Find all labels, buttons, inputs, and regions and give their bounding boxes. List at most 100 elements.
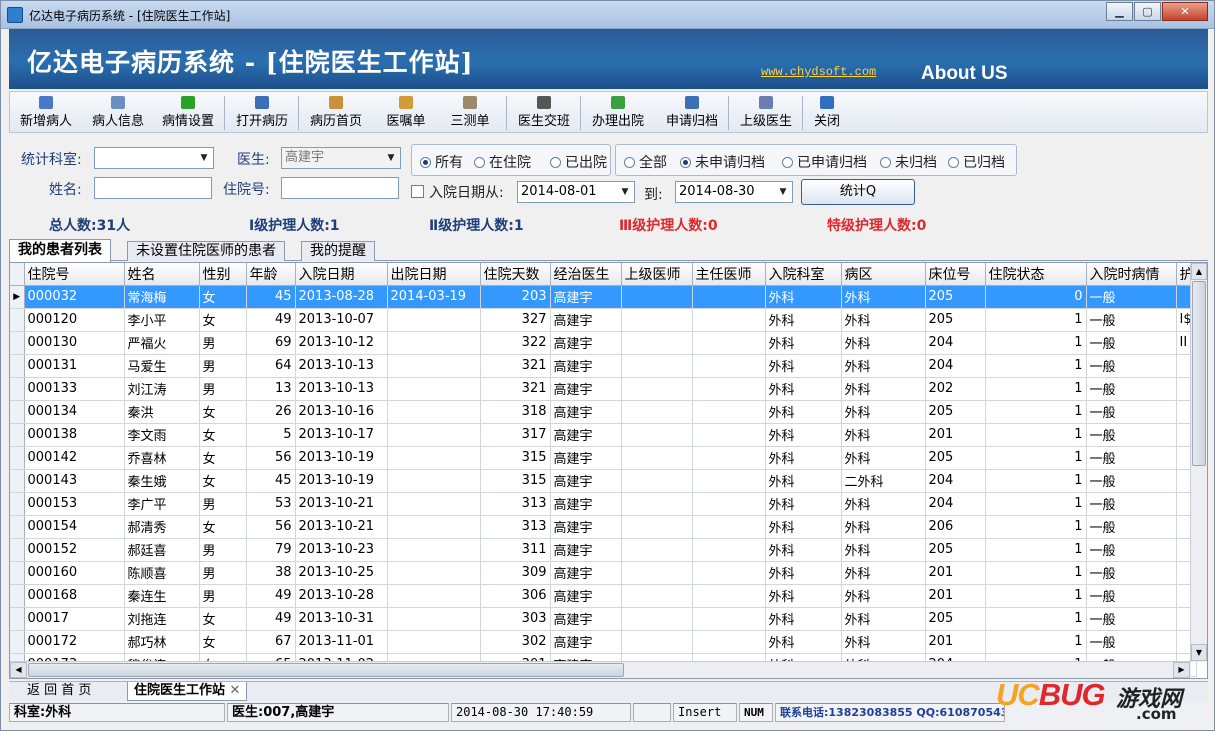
table-cell[interactable]: 外科 bbox=[841, 561, 926, 585]
table-cell[interactable]: 高建宇 bbox=[550, 561, 622, 585]
table-cell[interactable]: 男 bbox=[199, 331, 247, 355]
table-cell[interactable]: 302 bbox=[480, 630, 551, 654]
table-row[interactable]: 000154 郝清秀女 56 2013-10-21 313 高建宇 外科 外科 206 1 一般 bbox=[10, 515, 1197, 539]
table-cell[interactable] bbox=[387, 607, 481, 631]
table-cell[interactable] bbox=[387, 538, 481, 562]
table-cell[interactable]: 315 bbox=[480, 446, 551, 470]
table-cell[interactable]: 高建宇 bbox=[550, 308, 622, 332]
toolbar-button-8[interactable]: 办理出院 bbox=[585, 94, 651, 132]
table-cell[interactable]: 1 bbox=[985, 331, 1087, 355]
table-cell[interactable]: 一般 bbox=[1086, 584, 1177, 608]
table-cell[interactable]: 2013-10-23 bbox=[295, 538, 388, 562]
table-cell[interactable]: 一般 bbox=[1086, 423, 1177, 447]
table-cell[interactable]: 女 bbox=[199, 423, 247, 447]
table-row[interactable]: 000133 刘江涛男 13 2013-10-13 321 高建宇 外科 外科 202 1 一般 bbox=[10, 377, 1197, 401]
scroll-right-icon[interactable]: ▶ bbox=[1173, 662, 1190, 678]
table-cell[interactable]: 外科 bbox=[765, 354, 842, 378]
column-header[interactable]: 入院日期 bbox=[295, 263, 388, 286]
table-cell[interactable]: 303 bbox=[480, 607, 551, 631]
table-cell[interactable] bbox=[692, 354, 766, 378]
table-cell[interactable]: 2013-10-25 bbox=[295, 561, 388, 585]
table-cell[interactable] bbox=[387, 515, 481, 539]
table-cell[interactable]: 郝廷喜 bbox=[124, 538, 200, 562]
table-cell[interactable] bbox=[692, 331, 766, 355]
table-cell[interactable]: 000130 bbox=[24, 331, 125, 355]
table-cell[interactable] bbox=[387, 354, 481, 378]
table-cell[interactable]: 一般 bbox=[1086, 400, 1177, 424]
table-cell[interactable]: 67 bbox=[246, 630, 296, 654]
table-cell[interactable]: 000143 bbox=[24, 469, 125, 493]
table-cell[interactable]: 李小平 bbox=[124, 308, 200, 332]
table-cell[interactable]: 高建宇 bbox=[550, 538, 622, 562]
table-cell[interactable]: 女 bbox=[199, 285, 247, 309]
table-cell[interactable]: 高建宇 bbox=[550, 354, 622, 378]
table-cell[interactable] bbox=[692, 308, 766, 332]
table-cell[interactable]: 000131 bbox=[24, 354, 125, 378]
table-cell[interactable]: 1 bbox=[985, 492, 1087, 516]
table-cell[interactable] bbox=[692, 561, 766, 585]
toolbar-button-11[interactable]: 关闭 bbox=[807, 94, 847, 132]
table-cell[interactable]: 一般 bbox=[1086, 561, 1177, 585]
table-cell[interactable]: 56 bbox=[246, 446, 296, 470]
table-cell[interactable]: 1 bbox=[985, 630, 1087, 654]
scroll-left-icon[interactable]: ◀ bbox=[10, 662, 27, 678]
table-cell[interactable]: 女 bbox=[199, 515, 247, 539]
table-cell[interactable] bbox=[621, 561, 693, 585]
tab-home[interactable]: 返 回 首 页 bbox=[21, 682, 97, 701]
table-cell[interactable]: 201 bbox=[925, 630, 986, 654]
table-cell[interactable]: 外科 bbox=[841, 308, 926, 332]
table-cell[interactable] bbox=[387, 400, 481, 424]
table-cell[interactable] bbox=[387, 492, 481, 516]
table-row[interactable]: 000153 李广平男 53 2013-10-21 313 高建宇 外科 外科 204 1 一般 bbox=[10, 492, 1197, 516]
table-cell[interactable]: 一般 bbox=[1086, 308, 1177, 332]
table-cell[interactable]: 2013-10-12 bbox=[295, 331, 388, 355]
table-cell[interactable]: 49 bbox=[246, 308, 296, 332]
table-cell[interactable]: 205 bbox=[925, 308, 986, 332]
statistics-button[interactable]: 统计Q bbox=[801, 179, 915, 205]
table-cell[interactable]: 79 bbox=[246, 538, 296, 562]
table-cell[interactable]: 男 bbox=[199, 584, 247, 608]
table-cell[interactable]: 外科 bbox=[765, 492, 842, 516]
table-cell[interactable]: 刘拖连 bbox=[124, 607, 200, 631]
table-cell[interactable] bbox=[387, 446, 481, 470]
table-cell[interactable]: 外科 bbox=[841, 630, 926, 654]
table-row[interactable]: 000134 秦洪女 26 2013-10-16 318 高建宇 外科 外科 205 1 一般 bbox=[10, 400, 1197, 424]
table-cell[interactable] bbox=[692, 584, 766, 608]
table-cell[interactable]: 秦生娥 bbox=[124, 469, 200, 493]
table-cell[interactable] bbox=[621, 354, 693, 378]
table-cell[interactable] bbox=[621, 400, 693, 424]
table-cell[interactable] bbox=[621, 423, 693, 447]
table-cell[interactable]: 56 bbox=[246, 515, 296, 539]
toolbar-button-2[interactable]: 病情设置 bbox=[155, 94, 221, 132]
table-cell[interactable]: 外科 bbox=[841, 515, 926, 539]
table-cell[interactable]: 高建宇 bbox=[550, 446, 622, 470]
close-icon[interactable]: ✕ bbox=[1162, 2, 1208, 21]
table-cell[interactable]: 000172 bbox=[24, 630, 125, 654]
toolbar-button-0[interactable]: 新增病人 bbox=[15, 94, 77, 132]
table-cell[interactable]: 5 bbox=[246, 423, 296, 447]
table-cell[interactable]: 2013-10-16 bbox=[295, 400, 388, 424]
table-cell[interactable]: 205 bbox=[925, 446, 986, 470]
table-cell[interactable]: 外科 bbox=[765, 630, 842, 654]
table-cell[interactable]: 318 bbox=[480, 400, 551, 424]
table-cell[interactable]: 45 bbox=[246, 285, 296, 309]
table-cell[interactable]: 000138 bbox=[24, 423, 125, 447]
table-cell[interactable]: 高建宇 bbox=[550, 285, 622, 309]
table-cell[interactable]: 327 bbox=[480, 308, 551, 332]
table-cell[interactable]: 2013-10-21 bbox=[295, 515, 388, 539]
table-cell[interactable]: 313 bbox=[480, 492, 551, 516]
table-cell[interactable]: 女 bbox=[199, 469, 247, 493]
table-cell[interactable]: 秦洪 bbox=[124, 400, 200, 424]
table-cell[interactable]: 一般 bbox=[1086, 331, 1177, 355]
table-cell[interactable]: 一般 bbox=[1086, 446, 1177, 470]
tab-my-patients[interactable]: 我的患者列表 bbox=[9, 239, 111, 262]
table-cell[interactable]: 2014-03-19 bbox=[387, 285, 481, 309]
table-row[interactable]: 000152 郝廷喜男 79 2013-10-23 311 高建宇 外科 外科 205 1 一般 bbox=[10, 538, 1197, 562]
table-cell[interactable]: 外科 bbox=[765, 400, 842, 424]
table-cell[interactable] bbox=[621, 377, 693, 401]
table-cell[interactable]: 1 bbox=[985, 446, 1087, 470]
table-cell[interactable] bbox=[692, 400, 766, 424]
table-cell[interactable]: 外科 bbox=[841, 423, 926, 447]
table-cell[interactable] bbox=[387, 584, 481, 608]
table-cell[interactable]: 1 bbox=[985, 400, 1087, 424]
